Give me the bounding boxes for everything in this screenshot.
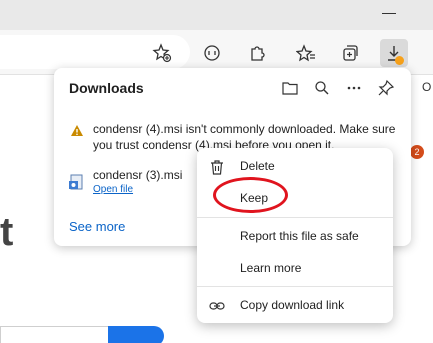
- menu-label-report-safe: Report this file as safe: [240, 229, 359, 243]
- menu-label-delete: Delete: [240, 159, 275, 173]
- menu-item-keep[interactable]: Keep: [197, 184, 393, 214]
- open-file-link[interactable]: Open file: [93, 184, 133, 195]
- see-more-link[interactable]: See more: [69, 219, 125, 234]
- menu-separator: [197, 286, 393, 287]
- extensions-icon[interactable]: [243, 39, 271, 67]
- menu-item-learn-more[interactable]: Learn more: [197, 254, 393, 284]
- search-icon[interactable]: [312, 78, 332, 98]
- pin-icon[interactable]: [376, 78, 396, 98]
- title-bar: [0, 0, 433, 30]
- menu-item-copy-link[interactable]: Copy download link: [197, 291, 393, 321]
- menu-item-report-safe[interactable]: Report this file as safe: [197, 222, 393, 252]
- downloads-button[interactable]: [380, 39, 408, 67]
- add-favorite-icon[interactable]: [148, 39, 176, 67]
- link-icon: [209, 298, 225, 319]
- menu-separator: [197, 217, 393, 218]
- warning-icon: [70, 124, 84, 142]
- page-heading-fragment: t: [0, 210, 14, 254]
- menu-item-delete[interactable]: Delete: [197, 152, 393, 182]
- more-options-icon[interactable]: [344, 78, 364, 98]
- page-partial-text: O: [422, 80, 432, 94]
- menu-label-copy-link: Copy download link: [240, 298, 345, 312]
- downloads-title: Downloads: [69, 80, 144, 96]
- download-context-menu: Delete Keep Report this file as safe Lea…: [197, 148, 393, 323]
- minimize-button[interactable]: [382, 13, 396, 14]
- msi-file-icon: [68, 173, 86, 196]
- menu-label-keep: Keep: [240, 191, 269, 205]
- collections-icon[interactable]: [336, 39, 364, 67]
- immersive-reader-icon[interactable]: [198, 39, 226, 67]
- download-filename: condensr (3).msi: [93, 168, 183, 182]
- open-folder-icon[interactable]: [280, 78, 300, 98]
- menu-label-learn-more: Learn more: [240, 261, 302, 275]
- notification-badge: 2: [410, 145, 424, 159]
- favorites-icon[interactable]: [292, 39, 320, 67]
- page-search-button[interactable]: [108, 326, 164, 343]
- warning-message-line1: condensr (4).msi isn't commonly download…: [93, 122, 396, 136]
- download-warning-indicator: [395, 56, 404, 65]
- trash-icon: [209, 159, 225, 180]
